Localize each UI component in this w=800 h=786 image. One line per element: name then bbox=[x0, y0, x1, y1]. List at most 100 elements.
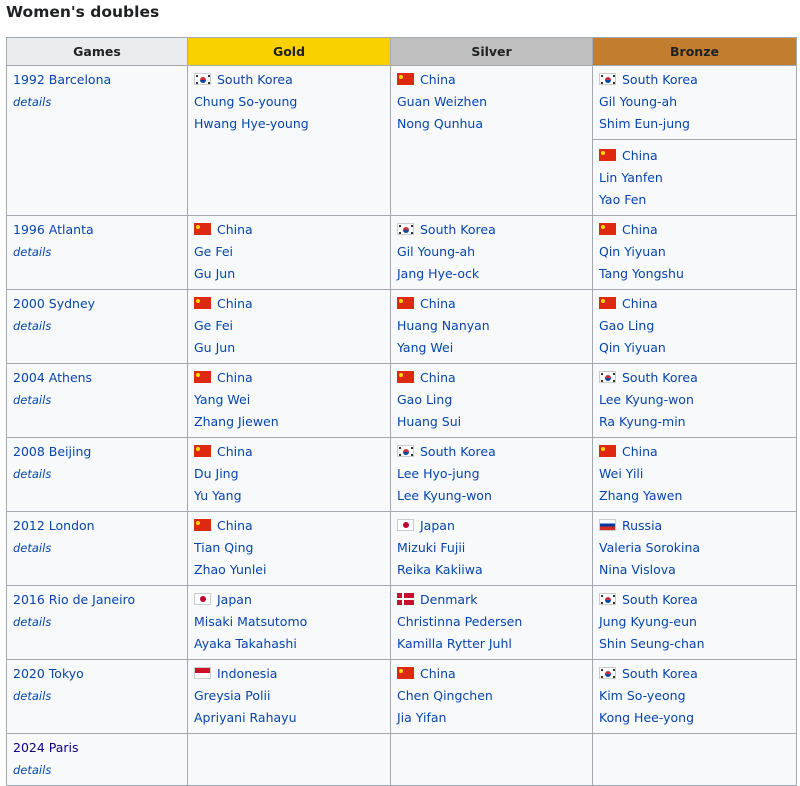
country-link[interactable]: South Korea bbox=[420, 444, 496, 459]
player-link[interactable]: Yu Yang bbox=[194, 488, 242, 503]
player-link[interactable]: Huang Nanyan bbox=[397, 318, 490, 333]
player-link[interactable]: Qin Yiyuan bbox=[599, 244, 666, 259]
player-link[interactable]: Gao Ling bbox=[599, 318, 654, 333]
player-link[interactable]: Ge Fei bbox=[194, 318, 233, 333]
details-link[interactable]: details bbox=[13, 615, 51, 629]
games-link[interactable]: 2000 Sydney bbox=[13, 296, 95, 311]
player-link[interactable]: Chung So-young bbox=[194, 94, 297, 109]
games-link[interactable]: 1996 Atlanta bbox=[13, 222, 94, 237]
player-link[interactable]: Tang Yongshu bbox=[599, 266, 684, 281]
country-link[interactable]: China bbox=[420, 370, 456, 385]
country-link[interactable]: South Korea bbox=[622, 72, 698, 87]
details-link[interactable]: details bbox=[13, 689, 51, 703]
player-link[interactable]: Christinna Pedersen bbox=[397, 614, 522, 629]
country-link[interactable]: China bbox=[622, 296, 658, 311]
player-link[interactable]: Nong Qunhua bbox=[397, 116, 483, 131]
player-link[interactable]: Greysia Polii bbox=[194, 688, 270, 703]
player-link[interactable]: Gao Ling bbox=[397, 392, 452, 407]
player-link[interactable]: Gu Jun bbox=[194, 266, 235, 281]
flag-icon bbox=[397, 371, 414, 383]
country-link[interactable]: China bbox=[420, 666, 456, 681]
player-link[interactable]: Kong Hee-yong bbox=[599, 710, 694, 725]
player-link[interactable]: Qin Yiyuan bbox=[599, 340, 666, 355]
country-link[interactable]: South Korea bbox=[622, 666, 698, 681]
player-link[interactable]: Gil Young-ah bbox=[599, 94, 677, 109]
player-link[interactable]: Jia Yifan bbox=[397, 710, 446, 725]
details-link[interactable]: details bbox=[13, 319, 51, 333]
player-link[interactable]: Hwang Hye-young bbox=[194, 116, 309, 131]
country-link[interactable]: South Korea bbox=[622, 370, 698, 385]
country-link[interactable]: China bbox=[622, 444, 658, 459]
player-link[interactable]: Mizuki Fujii bbox=[397, 540, 465, 555]
player-link[interactable]: Tian Qing bbox=[194, 540, 253, 555]
country-link[interactable]: South Korea bbox=[217, 72, 293, 87]
details-link[interactable]: details bbox=[13, 393, 51, 407]
country-link[interactable]: Indonesia bbox=[217, 666, 277, 681]
player-link[interactable]: Yang Wei bbox=[397, 340, 453, 355]
games-link[interactable]: 2024 Paris bbox=[13, 740, 79, 755]
player-link[interactable]: Jang Hye-ock bbox=[397, 266, 479, 281]
country-link[interactable]: Japan bbox=[217, 592, 252, 607]
player-link[interactable]: Nina Vislova bbox=[599, 562, 676, 577]
player-link[interactable]: Zhao Yunlei bbox=[194, 562, 266, 577]
country-link[interactable]: Russia bbox=[622, 518, 662, 533]
details-link[interactable]: details bbox=[13, 541, 51, 555]
country-link[interactable]: China bbox=[217, 518, 253, 533]
country-link[interactable]: China bbox=[622, 148, 658, 163]
country-link[interactable]: China bbox=[217, 444, 253, 459]
country-link[interactable]: China bbox=[217, 222, 253, 237]
player-link[interactable]: Ge Fei bbox=[194, 244, 233, 259]
player-link[interactable]: Jung Kyung-eun bbox=[599, 614, 697, 629]
player-link[interactable]: Kim So-yeong bbox=[599, 688, 686, 703]
player-link[interactable]: Misaki Matsutomo bbox=[194, 614, 307, 629]
player-link[interactable]: Gu Jun bbox=[194, 340, 235, 355]
player-link[interactable]: Guan Weizhen bbox=[397, 94, 487, 109]
country-link[interactable]: Denmark bbox=[420, 592, 477, 607]
country-link[interactable]: South Korea bbox=[420, 222, 496, 237]
games-link[interactable]: 2012 London bbox=[13, 518, 95, 533]
country-link[interactable]: China bbox=[420, 72, 456, 87]
games-link[interactable]: 2016 Rio de Janeiro bbox=[13, 592, 135, 607]
player-link[interactable]: Shin Seung-chan bbox=[599, 636, 705, 651]
flag-icon bbox=[194, 223, 211, 235]
player-link[interactable]: Lee Kyung-won bbox=[599, 392, 694, 407]
player-link[interactable]: Ayaka Takahashi bbox=[194, 636, 297, 651]
player-link[interactable]: Kamilla Rytter Juhl bbox=[397, 636, 512, 651]
country-link[interactable]: China bbox=[217, 370, 253, 385]
country-link[interactable]: China bbox=[420, 296, 456, 311]
player-link[interactable]: Lee Hyo-jung bbox=[397, 466, 480, 481]
silver-cell: Denmark Christinna Pedersen Kamilla Rytter… bbox=[390, 585, 593, 660]
player-link[interactable]: Reika Kakiiwa bbox=[397, 562, 483, 577]
country-entry: South Korea bbox=[599, 663, 790, 685]
country-link[interactable]: China bbox=[217, 296, 253, 311]
player-link[interactable]: Lee Kyung-won bbox=[397, 488, 492, 503]
country-link[interactable]: China bbox=[622, 222, 658, 237]
player-link[interactable]: Apriyani Rahayu bbox=[194, 710, 297, 725]
details-link[interactable]: details bbox=[13, 245, 51, 259]
country-entry: China bbox=[599, 219, 790, 241]
country-link[interactable]: Japan bbox=[420, 518, 455, 533]
player-link[interactable]: Yang Wei bbox=[194, 392, 250, 407]
player-link[interactable]: Valeria Sorokina bbox=[599, 540, 700, 555]
games-link[interactable]: 2020 Tokyo bbox=[13, 666, 84, 681]
games-link[interactable]: 1992 Barcelona bbox=[13, 72, 111, 87]
player-link[interactable]: Chen Qingchen bbox=[397, 688, 493, 703]
details-link[interactable]: details bbox=[13, 467, 51, 481]
games-link[interactable]: 2008 Beijing bbox=[13, 444, 91, 459]
player-link[interactable]: Yao Fen bbox=[599, 192, 646, 207]
games-link[interactable]: 2004 Athens bbox=[13, 370, 92, 385]
player-link[interactable]: Gil Young-ah bbox=[397, 244, 475, 259]
player-link[interactable]: Wei Yili bbox=[599, 466, 643, 481]
table-row: 2020 Tokyo details Indonesia Greysia Polii A… bbox=[6, 659, 797, 734]
player-link[interactable]: Zhang Jiewen bbox=[194, 414, 279, 429]
player-link[interactable]: Huang Sui bbox=[397, 414, 461, 429]
player-link[interactable]: Zhang Yawen bbox=[599, 488, 682, 503]
player-link[interactable]: Du Jing bbox=[194, 466, 239, 481]
flag-icon bbox=[194, 73, 211, 85]
player-link[interactable]: Shim Eun-jung bbox=[599, 116, 690, 131]
player-link[interactable]: Lin Yanfen bbox=[599, 170, 663, 185]
details-link[interactable]: details bbox=[13, 95, 51, 109]
country-link[interactable]: South Korea bbox=[622, 592, 698, 607]
details-link[interactable]: details bbox=[13, 763, 51, 777]
player-link[interactable]: Ra Kyung-min bbox=[599, 414, 686, 429]
